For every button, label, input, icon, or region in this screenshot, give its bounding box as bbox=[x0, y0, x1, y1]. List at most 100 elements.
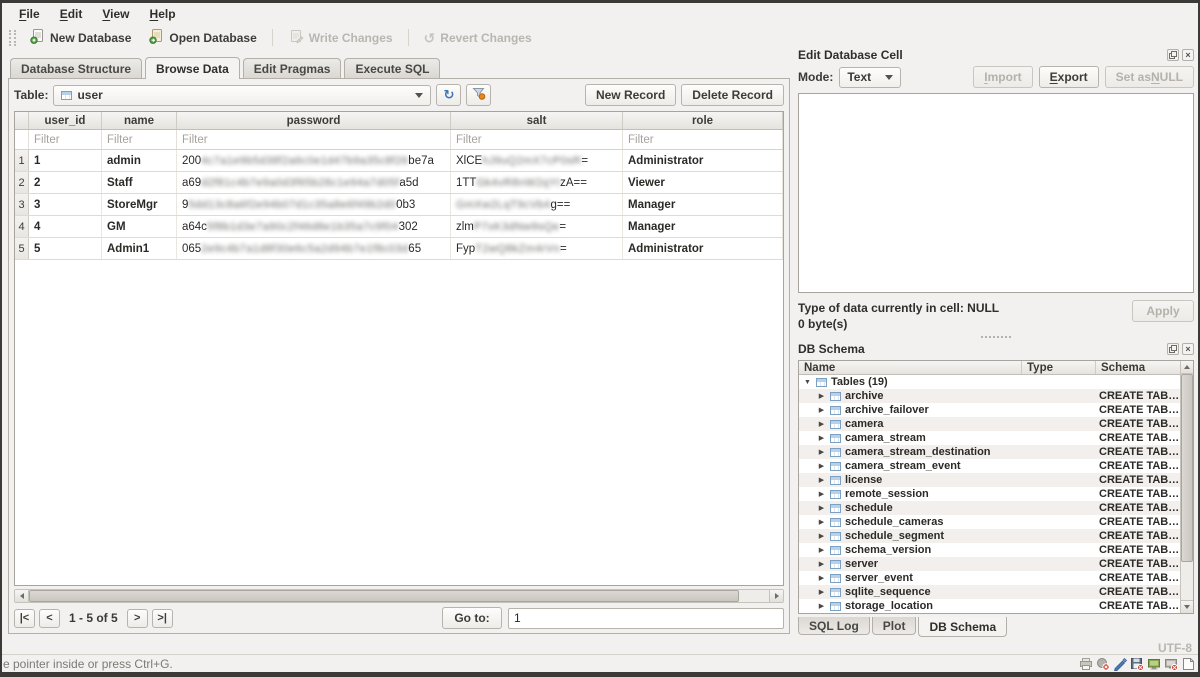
cell-role[interactable]: Administrator bbox=[623, 238, 783, 259]
cell-password[interactable]: 2004c7a1e9b5d38f2a6c0e1d47b9a35c8f26be7a bbox=[177, 150, 451, 171]
import-button[interactable]: Import bbox=[973, 66, 1032, 88]
tree-item-table[interactable]: ▶camera_stream_destination CREATE TAB… bbox=[799, 445, 1180, 459]
row-number[interactable]: 1 bbox=[15, 150, 29, 171]
cell-salt[interactable]: 1TTGk4vR8nW2qYtzA== bbox=[451, 172, 623, 193]
scrollbar-track[interactable] bbox=[29, 590, 769, 602]
expand-icon[interactable]: ▶ bbox=[817, 406, 826, 414]
prev-page-button[interactable]: < bbox=[39, 609, 60, 628]
scroll-left-icon[interactable] bbox=[15, 590, 29, 602]
tree-item-table[interactable]: ▶storage_location CREATE TAB… bbox=[799, 599, 1180, 613]
close-dock-icon[interactable]: × bbox=[1182, 343, 1194, 355]
expand-icon[interactable]: ▶ bbox=[817, 518, 826, 526]
scrollbar-track[interactable] bbox=[1181, 374, 1193, 600]
tree-item-table[interactable]: ▶schedule CREATE TAB… bbox=[799, 501, 1180, 515]
scroll-up-icon[interactable] bbox=[1181, 361, 1193, 374]
delete-record-button[interactable]: Delete Record bbox=[681, 84, 784, 106]
tree-item-table[interactable]: ▶archive_failover CREATE TAB… bbox=[799, 403, 1180, 417]
column-header-role[interactable]: role bbox=[623, 112, 783, 129]
tab-browse-data[interactable]: Browse Data bbox=[145, 57, 240, 79]
cell-user-id[interactable]: 4 bbox=[29, 216, 102, 237]
tree-item-table[interactable]: ▶sqlite_sequence CREATE TAB… bbox=[799, 585, 1180, 599]
tree-root-tables[interactable]: ▼Tables (19) bbox=[799, 375, 1180, 389]
cell-password[interactable]: a69d2f81c4b7e9a0d3f65b28c1e94a7d05fa5d bbox=[177, 172, 451, 193]
cell-role[interactable]: Manager bbox=[623, 216, 783, 237]
filter-input-user-id[interactable] bbox=[29, 130, 101, 149]
filter-input-role[interactable] bbox=[623, 130, 782, 149]
cell-name[interactable]: Admin1 bbox=[102, 238, 177, 259]
last-page-button[interactable]: >| bbox=[152, 609, 173, 628]
expand-icon[interactable]: ▶ bbox=[817, 532, 826, 540]
export-button[interactable]: Export bbox=[1039, 66, 1099, 88]
filter-input-password[interactable] bbox=[177, 130, 450, 149]
cell-value-editor[interactable] bbox=[798, 93, 1194, 293]
tab-database-structure[interactable]: Database Structure bbox=[10, 58, 142, 78]
clear-filters-button[interactable] bbox=[466, 84, 491, 106]
column-header-user-id[interactable]: user_id bbox=[29, 112, 102, 129]
cell-role[interactable]: Viewer bbox=[623, 172, 783, 193]
cell-salt[interactable]: zlmP7xK3dNw9sQe= bbox=[451, 216, 623, 237]
cell-name[interactable]: GM bbox=[102, 216, 177, 237]
column-header-password[interactable]: password bbox=[177, 112, 451, 129]
expand-icon[interactable]: ▶ bbox=[817, 574, 826, 582]
cell-user-id[interactable]: 5 bbox=[29, 238, 102, 259]
scroll-right-icon[interactable] bbox=[769, 590, 783, 602]
row-number[interactable]: 5 bbox=[15, 238, 29, 259]
tree-column-schema[interactable]: Schema bbox=[1096, 361, 1180, 374]
expand-icon[interactable]: ▶ bbox=[817, 392, 826, 400]
tree-item-table[interactable]: ▶camera_stream CREATE TAB… bbox=[799, 431, 1180, 445]
vertical-scrollbar[interactable] bbox=[1180, 361, 1193, 613]
filter-input-salt[interactable] bbox=[451, 130, 622, 149]
tab-db-schema[interactable]: DB Schema bbox=[918, 617, 1007, 637]
expand-icon[interactable]: ▶ bbox=[817, 588, 826, 596]
expand-icon[interactable]: ▶ bbox=[817, 546, 826, 554]
column-header-name[interactable]: name bbox=[102, 112, 177, 129]
cell-salt[interactable]: GmXw2LqT9cVb4g== bbox=[451, 194, 623, 215]
cell-password[interactable]: a64c5f8b1d3e7a90c2f46d8e1b35a7c9f04302 bbox=[177, 216, 451, 237]
menu-view[interactable]: View bbox=[93, 5, 138, 23]
apply-button[interactable]: Apply bbox=[1132, 300, 1194, 322]
expand-icon[interactable]: ▶ bbox=[817, 462, 826, 470]
scroll-down-icon[interactable] bbox=[1181, 600, 1193, 613]
cell-role[interactable]: Administrator bbox=[623, 150, 783, 171]
float-dock-icon[interactable] bbox=[1167, 49, 1179, 61]
expand-icon[interactable]: ▶ bbox=[817, 490, 826, 498]
goto-button[interactable]: Go to: bbox=[442, 607, 502, 629]
cell-salt[interactable]: XlCEhJ9uQ2mX7cP0sR= bbox=[451, 150, 623, 171]
menu-edit[interactable]: Edit bbox=[51, 5, 92, 23]
cell-password[interactable]: 95dd13c8a6f2e94b07d1c35a8e6f49b2d00b3 bbox=[177, 194, 451, 215]
tree-item-table[interactable]: ▶remote_session CREATE TAB… bbox=[799, 487, 1180, 501]
tree-column-name[interactable]: Name bbox=[799, 361, 1022, 374]
tree-item-table[interactable]: ▶schedule_segment CREATE TAB… bbox=[799, 529, 1180, 543]
tab-sql-log[interactable]: SQL Log bbox=[798, 617, 870, 635]
tab-execute-sql[interactable]: Execute SQL bbox=[344, 58, 440, 78]
tree-item-table[interactable]: ▶server CREATE TAB… bbox=[799, 557, 1180, 571]
tree-item-table[interactable]: ▶camera_stream_event CREATE TAB… bbox=[799, 459, 1180, 473]
revert-changes-button[interactable]: ↺ Revert Changes bbox=[417, 29, 539, 47]
next-page-button[interactable]: > bbox=[127, 609, 148, 628]
float-dock-icon[interactable] bbox=[1167, 343, 1179, 355]
row-number[interactable]: 3 bbox=[15, 194, 29, 215]
horizontal-scrollbar[interactable] bbox=[14, 589, 784, 603]
tree-item-table[interactable]: ▶license CREATE TAB… bbox=[799, 473, 1180, 487]
cell-salt[interactable]: FypT2wQ8kZm4rVn= bbox=[451, 238, 623, 259]
new-database-button[interactable]: New Database bbox=[22, 26, 138, 49]
cell-user-id[interactable]: 3 bbox=[29, 194, 102, 215]
column-header-salt[interactable]: salt bbox=[451, 112, 623, 129]
row-number[interactable]: 2 bbox=[15, 172, 29, 193]
filter-input-name[interactable] bbox=[102, 130, 176, 149]
tree-item-table[interactable]: ▶archive CREATE TAB… bbox=[799, 389, 1180, 403]
toolbar-grip[interactable] bbox=[9, 30, 16, 46]
write-changes-button[interactable]: Write Changes bbox=[281, 26, 400, 49]
cell-password[interactable]: 0652e9c4b7a1d8f30e6c5a2d94b7e1f8c03d65 bbox=[177, 238, 451, 259]
tree-item-table[interactable]: ▶camera CREATE TAB… bbox=[799, 417, 1180, 431]
new-record-button[interactable]: New Record bbox=[585, 84, 676, 106]
goto-record-input[interactable] bbox=[508, 608, 784, 629]
cell-user-id[interactable]: 2 bbox=[29, 172, 102, 193]
tree-item-table[interactable]: ▶schema_version CREATE TAB… bbox=[799, 543, 1180, 557]
menu-file[interactable]: File bbox=[10, 5, 49, 23]
expand-icon[interactable]: ▶ bbox=[817, 602, 826, 610]
cell-name[interactable]: Staff bbox=[102, 172, 177, 193]
dock-splitter[interactable] bbox=[796, 333, 1196, 341]
mode-select[interactable]: Text bbox=[839, 67, 901, 88]
expand-icon[interactable]: ▶ bbox=[817, 434, 826, 442]
